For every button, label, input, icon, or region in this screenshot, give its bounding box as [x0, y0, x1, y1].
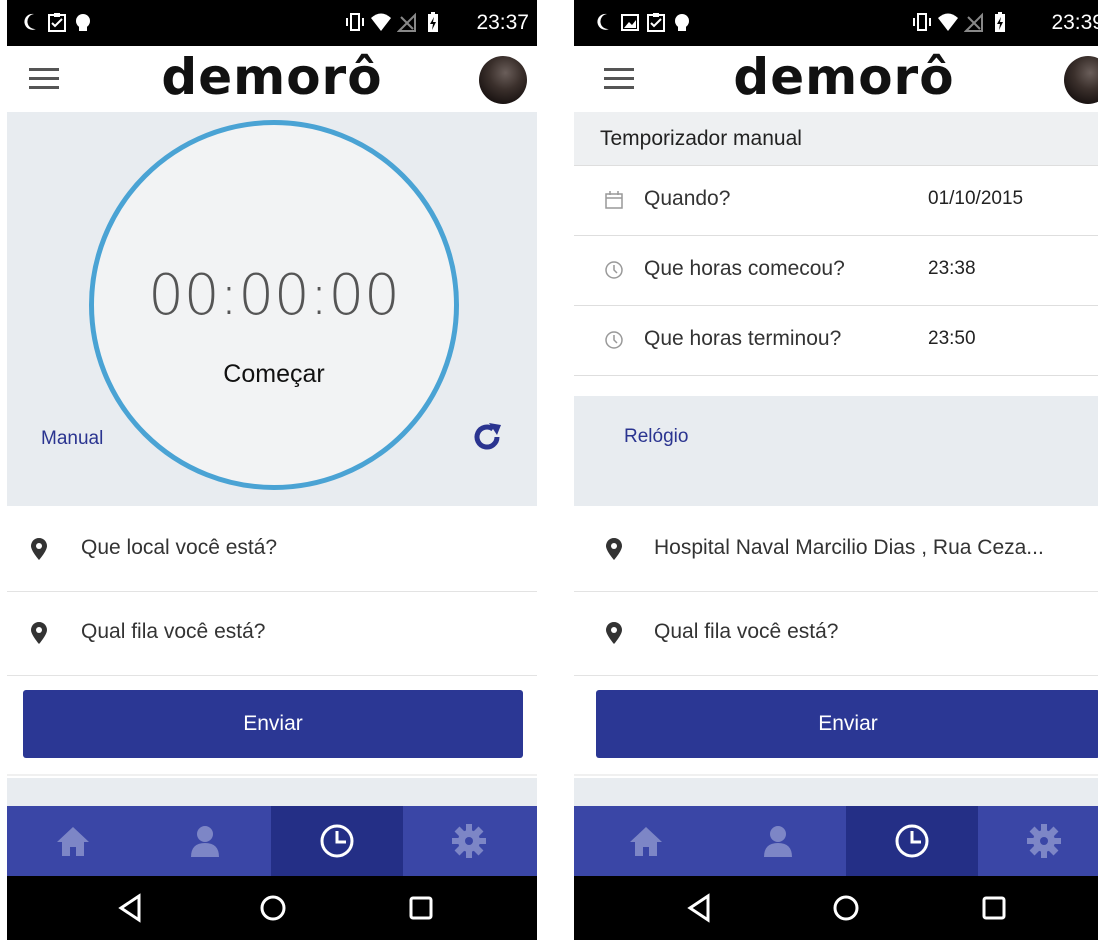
end-time-field[interactable]: Que horas terminou? 23:50	[574, 306, 1098, 376]
submit-card: Enviar	[7, 676, 537, 776]
home-nav-icon[interactable]	[830, 892, 862, 924]
start-time-value: 23:38	[928, 258, 976, 279]
app-bar: demorô	[7, 46, 537, 112]
date-value: 01/10/2015	[928, 188, 1024, 209]
status-time: 23:39	[1051, 11, 1098, 34]
clock-icon	[895, 824, 929, 858]
location-value: Hospital Naval Marcilio Dias , Rua Ceza.…	[654, 536, 1044, 559]
gear-icon	[452, 824, 486, 858]
submit-button[interactable]: Enviar	[596, 690, 1098, 758]
section-title: Temporizador manual	[600, 127, 802, 150]
app-logo: demorô	[733, 48, 955, 106]
clock-icon	[320, 824, 354, 858]
back-icon[interactable]	[115, 892, 147, 924]
divider	[574, 778, 1098, 806]
bottom-tab-bar	[574, 806, 1098, 876]
queue-field[interactable]: Qual fila você está?	[574, 592, 1098, 676]
date-label: Quando?	[644, 187, 731, 210]
start-time-field[interactable]: Que horas comecou? 23:38	[574, 236, 1098, 306]
divider	[7, 778, 537, 806]
start-time-label: Que horas comecou?	[644, 257, 845, 280]
android-icon	[675, 14, 689, 31]
home-nav-icon[interactable]	[257, 892, 289, 924]
home-icon	[57, 827, 89, 856]
divider	[574, 376, 1098, 396]
avatar[interactable]	[479, 56, 527, 104]
vibrate-icon	[913, 13, 931, 31]
battery-charging-icon	[995, 12, 1005, 32]
refresh-icon[interactable]	[467, 417, 507, 457]
tab-clock[interactable]	[846, 806, 978, 876]
status-bar: 23:39	[574, 0, 1098, 46]
timer-screen: 23:37 demorô 00:00:00 Começar Manual Que…	[7, 0, 537, 940]
clock-panel: Relógio	[574, 396, 1098, 506]
location-pin-icon	[31, 622, 47, 644]
timer-circle[interactable]: 00:00:00 Começar	[89, 120, 459, 490]
app-logo: demorô	[161, 48, 383, 106]
location-field[interactable]: Hospital Naval Marcilio Dias , Rua Ceza.…	[574, 508, 1098, 592]
bottom-tab-bar	[7, 806, 537, 876]
location-field[interactable]: Que local você está?	[7, 508, 537, 592]
location-pin-icon	[606, 622, 622, 644]
system-nav-bar	[574, 876, 1098, 940]
section-header: Temporizador manual	[574, 112, 1098, 166]
clock-link[interactable]: Relógio	[624, 426, 688, 448]
queue-placeholder: Qual fila você está?	[654, 620, 839, 643]
clock-icon	[605, 331, 623, 349]
manual-timer-screen: 23:39 demorô Temporizador manual Quando?…	[574, 0, 1098, 940]
queue-placeholder: Qual fila você está?	[81, 620, 266, 643]
end-time-value: 23:50	[928, 328, 976, 349]
battery-charging-icon	[428, 12, 438, 32]
tab-home[interactable]	[7, 806, 139, 876]
vibrate-icon	[346, 13, 364, 31]
manual-link[interactable]: Manual	[41, 428, 103, 450]
location-pin-icon	[31, 538, 47, 560]
timer-display: 00:00:00	[148, 263, 400, 328]
tab-profile[interactable]	[139, 806, 271, 876]
image-icon	[621, 14, 639, 31]
android-icon	[76, 14, 90, 31]
tab-settings[interactable]	[403, 806, 535, 876]
home-icon	[630, 827, 662, 856]
moon-icon	[597, 13, 609, 30]
tab-profile[interactable]	[712, 806, 844, 876]
start-button[interactable]: Começar	[94, 360, 454, 389]
tab-settings[interactable]	[978, 806, 1098, 876]
back-icon[interactable]	[684, 892, 716, 924]
moon-icon	[24, 13, 36, 30]
clipboard-check-icon	[647, 13, 665, 32]
timer-panel: 00:00:00 Começar Manual	[7, 112, 537, 506]
submit-button[interactable]: Enviar	[23, 690, 523, 758]
location-pin-icon	[606, 538, 622, 560]
status-bar: 23:37	[7, 0, 537, 46]
clock-icon	[605, 261, 623, 279]
recents-icon[interactable]	[405, 892, 437, 924]
app-bar: demorô	[574, 46, 1098, 112]
status-time: 23:37	[476, 11, 529, 34]
wifi-icon	[371, 13, 391, 31]
tab-home[interactable]	[580, 806, 712, 876]
clipboard-check-icon	[48, 13, 66, 32]
wifi-icon	[938, 13, 958, 31]
recents-icon[interactable]	[978, 892, 1010, 924]
end-time-label: Que horas terminou?	[644, 327, 842, 350]
no-signal-icon	[397, 12, 416, 32]
profile-icon	[764, 826, 792, 857]
gear-icon	[1027, 824, 1061, 858]
system-nav-bar	[7, 876, 537, 940]
profile-icon	[191, 826, 219, 857]
tab-clock[interactable]	[271, 806, 403, 876]
calendar-icon	[605, 191, 623, 209]
date-field[interactable]: Quando? 01/10/2015	[574, 166, 1098, 236]
location-placeholder: Que local você está?	[81, 536, 278, 559]
no-signal-icon	[964, 12, 983, 32]
queue-field[interactable]: Qual fila você está?	[7, 592, 537, 676]
submit-card: Enviar	[574, 676, 1098, 776]
